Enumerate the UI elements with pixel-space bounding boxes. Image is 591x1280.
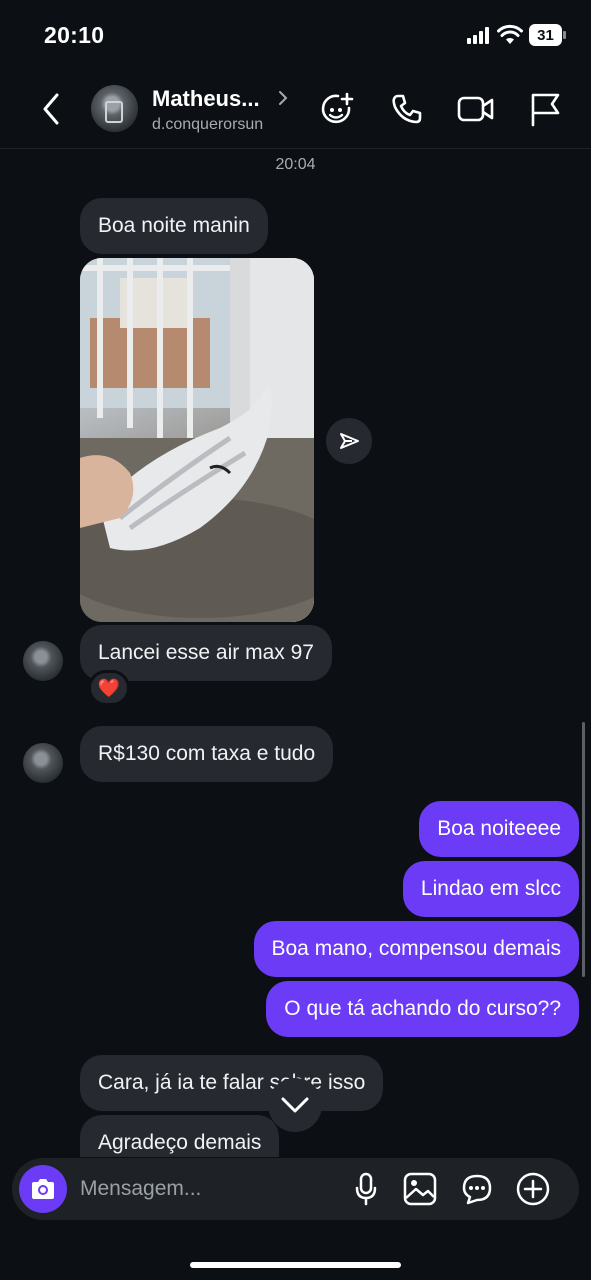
- battery-icon: 31: [529, 24, 567, 46]
- incoming-message[interactable]: Agradeço demais: [80, 1115, 280, 1157]
- send-arrow-icon: [340, 433, 359, 449]
- video-call-icon[interactable]: [456, 92, 496, 126]
- home-indicator[interactable]: [190, 1262, 401, 1268]
- add-plus-icon[interactable]: [515, 1171, 551, 1207]
- battery-level: 31: [537, 26, 554, 44]
- share-button[interactable]: [326, 418, 372, 464]
- gallery-icon[interactable]: [402, 1171, 438, 1207]
- header-divider: [0, 148, 591, 149]
- microphone-icon[interactable]: [350, 1170, 382, 1208]
- chevron-right-icon[interactable]: [276, 88, 290, 108]
- sender-avatar[interactable]: [23, 743, 63, 783]
- sticker-chat-icon[interactable]: [459, 1171, 495, 1207]
- back-chevron-icon[interactable]: [36, 90, 66, 128]
- chevron-down-icon: [281, 1097, 309, 1113]
- incoming-message[interactable]: R$130 com taxa e tudo: [80, 726, 334, 782]
- contact-name[interactable]: Matheus...: [152, 86, 260, 112]
- scroll-to-bottom-button[interactable]: [268, 1078, 322, 1132]
- contact-avatar[interactable]: [91, 85, 138, 132]
- sneaker-photo[interactable]: [80, 258, 314, 622]
- message-input[interactable]: [80, 1173, 330, 1205]
- camera-button[interactable]: [19, 1165, 67, 1213]
- outgoing-message[interactable]: Lindao em slcc: [402, 861, 579, 917]
- outgoing-message[interactable]: O que tá achando do curso??: [266, 981, 579, 1037]
- flag-icon[interactable]: [527, 90, 563, 128]
- status-time: 20:10: [44, 22, 105, 48]
- add-people-icon[interactable]: [318, 90, 356, 128]
- conversation-timestamp: 20:04: [275, 156, 316, 173]
- cellular-signal-icon: [466, 26, 490, 46]
- heart-icon: ❤️: [97, 677, 121, 698]
- heart-reaction[interactable]: ❤️: [88, 670, 130, 706]
- phone-call-icon[interactable]: [388, 90, 426, 128]
- incoming-message[interactable]: Cara, já ia te falar sobre isso: [80, 1055, 384, 1111]
- camera-icon: [32, 1179, 54, 1199]
- wifi-icon: [497, 24, 523, 46]
- incoming-message[interactable]: Boa noite manin: [80, 198, 268, 254]
- sender-avatar[interactable]: [23, 641, 63, 681]
- contact-username[interactable]: d.conquerorsun: [152, 116, 263, 134]
- outgoing-message[interactable]: Boa mano, compensou demais: [253, 921, 579, 977]
- scrollbar[interactable]: [582, 722, 585, 977]
- outgoing-message[interactable]: Boa noiteeee: [419, 801, 579, 857]
